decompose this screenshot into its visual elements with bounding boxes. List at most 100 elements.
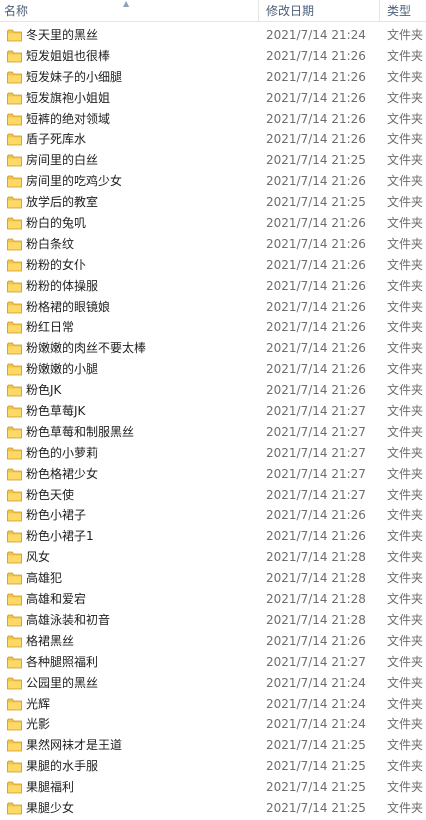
file-name: 公园里的黑丝 xyxy=(26,675,99,690)
file-row[interactable]: 粉色格裙少女 2021/7/14 21:27 文件夹 xyxy=(0,464,426,485)
column-header-name[interactable]: 名称 xyxy=(4,0,28,21)
file-type: 文件夹 xyxy=(387,571,424,586)
file-row[interactable]: 盾子死库水 2021/7/14 21:26 文件夹 xyxy=(0,129,426,150)
modified-date: 2021/7/14 21:26 xyxy=(266,362,366,377)
folder-icon xyxy=(7,280,22,293)
file-row[interactable]: 粉红日常 2021/7/14 21:26 文件夹 xyxy=(0,317,426,338)
file-name: 短发旗袍小姐姐 xyxy=(26,90,111,105)
folder-icon xyxy=(7,154,22,167)
file-row[interactable]: 短裤的绝对领域 2021/7/14 21:26 文件夹 xyxy=(0,109,426,130)
file-type: 文件夹 xyxy=(387,320,424,335)
column-divider[interactable] xyxy=(379,0,380,21)
modified-date: 2021/7/14 21:27 xyxy=(266,445,366,460)
file-name: 果然网袜才是王道 xyxy=(26,738,123,753)
file-row[interactable]: 粉嫩嫩的小腿 2021/7/14 21:26 文件夹 xyxy=(0,359,426,380)
modified-date: 2021/7/14 21:28 xyxy=(266,550,366,565)
file-row[interactable]: 房间里的吃鸡少女 2021/7/14 21:26 文件夹 xyxy=(0,171,426,192)
file-row[interactable]: 粉色草莓JK 2021/7/14 21:27 文件夹 xyxy=(0,401,426,422)
file-row[interactable]: 粉格裙的眼镜娘 2021/7/14 21:26 文件夹 xyxy=(0,297,426,318)
file-row[interactable]: 短发旗袍小姐姐 2021/7/14 21:26 文件夹 xyxy=(0,88,426,109)
file-name: 高雄和爱宕 xyxy=(26,592,87,607)
file-row[interactable]: 房间里的白丝 2021/7/14 21:25 文件夹 xyxy=(0,150,426,171)
file-type: 文件夹 xyxy=(387,174,424,189)
file-name: 各种腿照福利 xyxy=(26,654,99,669)
file-row[interactable]: 风女 2021/7/14 21:28 文件夹 xyxy=(0,547,426,568)
file-list: 冬天里的黑丝 2021/7/14 21:24 文件夹 短发姐姐也很棒 2021/7/14… xyxy=(0,25,426,819)
modified-date: 2021/7/14 21:26 xyxy=(266,341,366,356)
modified-date: 2021/7/14 21:25 xyxy=(266,153,366,168)
file-row[interactable]: 高雄泳装和初音 2021/7/14 21:28 文件夹 xyxy=(0,610,426,631)
file-row[interactable]: 光影 2021/7/14 21:24 文件夹 xyxy=(0,714,426,735)
modified-date: 2021/7/14 21:28 xyxy=(266,571,366,586)
file-type: 文件夹 xyxy=(387,654,424,669)
file-row[interactable]: 冬天里的黑丝 2021/7/14 21:24 文件夹 xyxy=(0,25,426,46)
folder-icon xyxy=(7,656,22,669)
file-type: 文件夹 xyxy=(387,341,424,356)
file-type: 文件夹 xyxy=(387,738,424,753)
file-row[interactable]: 粉白条纹 2021/7/14 21:26 文件夹 xyxy=(0,234,426,255)
file-row[interactable]: 短发妹子的小细腿 2021/7/14 21:26 文件夹 xyxy=(0,67,426,88)
modified-date: 2021/7/14 21:25 xyxy=(266,800,366,815)
file-row[interactable]: 果腿少女 2021/7/14 21:25 文件夹 xyxy=(0,798,426,819)
file-row[interactable]: 果腿的水手服 2021/7/14 21:25 文件夹 xyxy=(0,756,426,777)
file-type: 文件夹 xyxy=(387,278,424,293)
file-type: 文件夹 xyxy=(387,675,424,690)
column-divider[interactable] xyxy=(258,0,259,21)
file-row[interactable]: 粉色小裙子1 2021/7/14 21:26 文件夹 xyxy=(0,526,426,547)
modified-date: 2021/7/14 21:26 xyxy=(266,633,366,648)
folder-icon xyxy=(7,677,22,690)
file-row[interactable]: 短发姐姐也很棒 2021/7/14 21:26 文件夹 xyxy=(0,46,426,67)
file-type: 文件夹 xyxy=(387,90,424,105)
file-row[interactable]: 各种腿照福利 2021/7/14 21:27 文件夹 xyxy=(0,652,426,673)
file-row[interactable]: 粉色的小萝莉 2021/7/14 21:27 文件夹 xyxy=(0,443,426,464)
file-row[interactable]: 粉色JK 2021/7/14 21:26 文件夹 xyxy=(0,380,426,401)
file-row[interactable]: 粉粉的女仆 2021/7/14 21:26 文件夹 xyxy=(0,255,426,276)
file-row[interactable]: 粉色小裙子 2021/7/14 21:26 文件夹 xyxy=(0,505,426,526)
folder-icon xyxy=(7,489,22,502)
file-row[interactable]: 粉色草莓和制服黑丝 2021/7/14 21:27 文件夹 xyxy=(0,422,426,443)
file-row[interactable]: 粉嫩嫩的肉丝不要太棒 2021/7/14 21:26 文件夹 xyxy=(0,338,426,359)
file-row[interactable]: 格裙黑丝 2021/7/14 21:26 文件夹 xyxy=(0,631,426,652)
modified-date: 2021/7/14 21:27 xyxy=(266,404,366,419)
file-row[interactable]: 高雄犯 2021/7/14 21:28 文件夹 xyxy=(0,568,426,589)
folder-icon xyxy=(7,71,22,84)
folder-icon xyxy=(7,363,22,376)
file-row[interactable]: 光辉 2021/7/14 21:24 文件夹 xyxy=(0,694,426,715)
file-name: 冬天里的黑丝 xyxy=(26,28,99,42)
column-header-modified[interactable]: 修改日期 xyxy=(266,0,314,21)
file-type: 文件夹 xyxy=(387,466,424,481)
modified-date: 2021/7/14 21:26 xyxy=(266,236,366,251)
file-name: 格裙黑丝 xyxy=(26,633,75,648)
file-type: 文件夹 xyxy=(387,612,424,627)
file-name: 盾子死库水 xyxy=(26,132,87,147)
file-type: 文件夹 xyxy=(387,195,424,210)
file-row[interactable]: 放学后的教室 2021/7/14 21:25 文件夹 xyxy=(0,192,426,213)
file-name: 粉色格裙少女 xyxy=(26,466,99,481)
folder-icon xyxy=(7,50,22,63)
file-row[interactable]: 粉色天使 2021/7/14 21:27 文件夹 xyxy=(0,485,426,506)
folder-icon xyxy=(7,384,22,397)
modified-date: 2021/7/14 21:26 xyxy=(266,257,366,272)
modified-date: 2021/7/14 21:25 xyxy=(266,780,366,795)
modified-date: 2021/7/14 21:27 xyxy=(266,424,366,439)
column-header: 名称 ▲ 修改日期 类型 xyxy=(0,0,426,22)
file-row[interactable]: 粉白的兔叽 2021/7/14 21:26 文件夹 xyxy=(0,213,426,234)
modified-date: 2021/7/14 21:26 xyxy=(266,132,366,147)
file-row[interactable]: 果然网袜才是王道 2021/7/14 21:25 文件夹 xyxy=(0,735,426,756)
folder-icon xyxy=(7,175,22,188)
file-row[interactable]: 高雄和爱宕 2021/7/14 21:28 文件夹 xyxy=(0,589,426,610)
folder-icon xyxy=(7,426,22,439)
modified-date: 2021/7/14 21:25 xyxy=(266,759,366,774)
file-name: 粉色草莓和制服黑丝 xyxy=(26,424,135,439)
file-type: 文件夹 xyxy=(387,550,424,565)
file-type: 文件夹 xyxy=(387,424,424,439)
column-header-type[interactable]: 类型 xyxy=(387,0,411,21)
file-name: 果腿福利 xyxy=(26,780,75,795)
file-row[interactable]: 公园里的黑丝 2021/7/14 21:24 文件夹 xyxy=(0,673,426,694)
folder-icon xyxy=(7,698,22,711)
folder-icon xyxy=(7,301,22,314)
file-row[interactable]: 果腿福利 2021/7/14 21:25 文件夹 xyxy=(0,777,426,798)
modified-date: 2021/7/14 21:26 xyxy=(266,174,366,189)
file-type: 文件夹 xyxy=(387,28,424,42)
file-row[interactable]: 粉粉的体操服 2021/7/14 21:26 文件夹 xyxy=(0,276,426,297)
